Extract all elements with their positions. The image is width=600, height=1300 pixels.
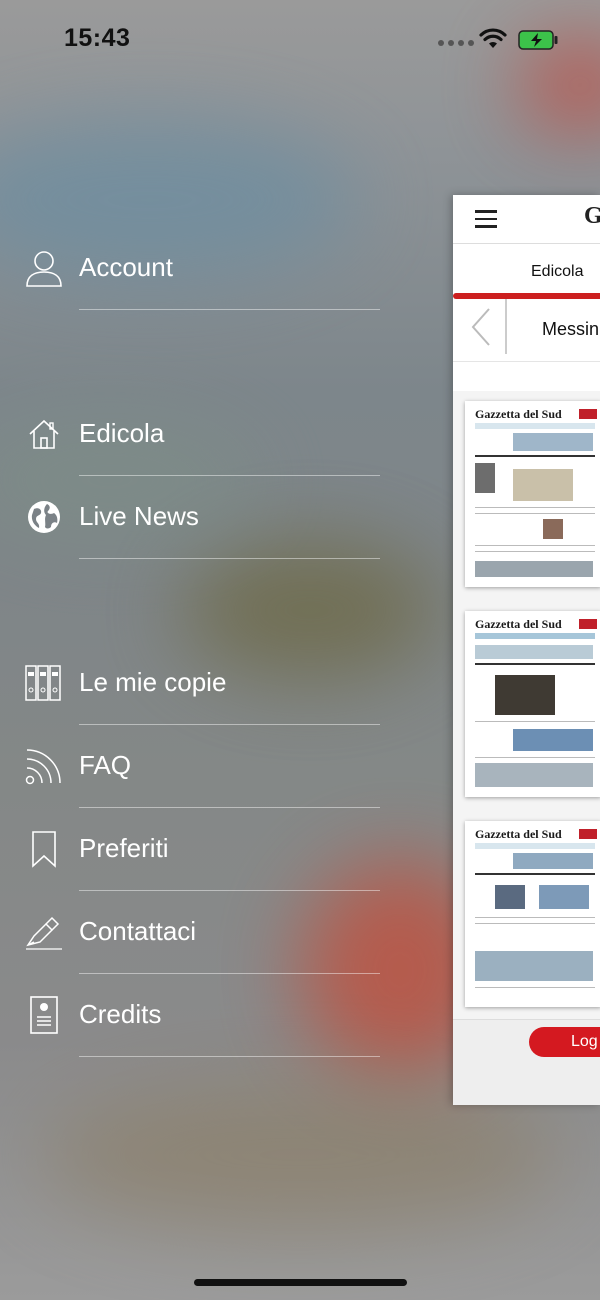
- newspaper-title: Gazzetta del Sud: [475, 407, 562, 421]
- menu-item-label: Account: [79, 252, 173, 282]
- divider: [79, 807, 380, 808]
- cellular-signal-icon: [438, 40, 474, 46]
- sport-badge: [579, 619, 597, 629]
- login-button-label: Log: [571, 1033, 598, 1050]
- badge: [579, 409, 597, 419]
- menu-item-label: Edicola: [79, 418, 165, 448]
- id-card-icon: [30, 996, 58, 1034]
- wifi-icon: [479, 28, 507, 48]
- app-logo: G: [584, 203, 600, 229]
- menu-item-label: Live News: [79, 501, 199, 531]
- badge: [579, 829, 597, 839]
- menu-item-credits[interactable]: Credits: [0, 977, 380, 1057]
- home-indicator[interactable]: [194, 1279, 407, 1286]
- divider: [79, 724, 380, 725]
- menu-item-live-news[interactable]: Live News: [0, 479, 380, 559]
- user-icon: [26, 251, 62, 287]
- edition-city: Messin: [542, 319, 600, 339]
- rss-icon: [25, 749, 61, 785]
- menu-item-preferiti[interactable]: Preferiti: [0, 811, 380, 891]
- divider: [505, 299, 507, 354]
- divider: [79, 558, 380, 559]
- battery-charging-icon: [518, 30, 558, 50]
- menu-item-faq[interactable]: FAQ: [0, 728, 380, 808]
- divider: [79, 890, 380, 891]
- menu-item-contattaci[interactable]: Contattaci: [0, 894, 380, 974]
- menu-item-label: Preferiti: [79, 833, 169, 863]
- pen-icon: [26, 916, 62, 950]
- divider: [79, 475, 380, 476]
- menu-item-label: Contattaci: [79, 916, 197, 946]
- newspaper-cover[interactable]: Gazzetta del Sud: [465, 401, 600, 587]
- menu-item-label: Le mie copie: [79, 667, 227, 697]
- newspaper-cover[interactable]: Gazzetta del Sud: [465, 611, 600, 797]
- divider: [79, 1056, 380, 1057]
- divider: [79, 309, 380, 310]
- chevron-left-icon[interactable]: [469, 307, 493, 347]
- hamburger-menu-icon[interactable]: [475, 210, 497, 233]
- home-icon: [29, 419, 59, 449]
- divider: [79, 973, 380, 974]
- newspaper-title: Gazzetta del Sud: [475, 617, 562, 631]
- tab-edicola[interactable]: Edicola: [531, 263, 583, 281]
- menu-item-label: FAQ: [79, 750, 132, 780]
- menu-item-le-mie-copie[interactable]: Le mie copie: [0, 645, 380, 725]
- newspaper-title: Gazzetta del Sud: [475, 827, 562, 841]
- menu-item-label: Credits: [79, 999, 162, 1029]
- menu-item-account[interactable]: Account: [0, 230, 380, 310]
- app-preview-panel[interactable]: G Edicola Messin Gazzetta del Sud Gazzet…: [453, 195, 600, 1105]
- newspaper-cover[interactable]: Gazzetta del Sud: [465, 821, 600, 1007]
- globe-icon: [28, 501, 60, 533]
- menu-item-edicola[interactable]: Edicola: [0, 396, 380, 476]
- side-menu: Account Edicola Live News Le mie copie F…: [0, 0, 440, 1300]
- binders-icon: [25, 665, 61, 701]
- bookmark-icon: [32, 831, 56, 868]
